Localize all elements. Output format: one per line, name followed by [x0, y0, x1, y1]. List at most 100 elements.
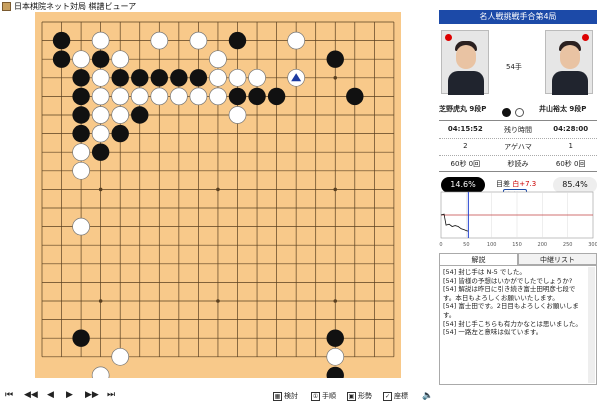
white-stone: [111, 87, 130, 106]
graph-tick-label: 0: [439, 242, 442, 248]
white-byoyomi: 60秒 0回: [555, 160, 586, 168]
black-stone: [326, 329, 344, 347]
divider: [439, 155, 597, 156]
forward-ten-button[interactable]: ▶▶: [85, 390, 99, 400]
next-move-button[interactable]: ▶: [66, 390, 73, 400]
face-shape: [456, 45, 476, 69]
go-board-canvas[interactable]: [35, 12, 401, 378]
game-stats: 04:15:52 残り時間 04:28:00 2 アゲハマ 1 60秒 0回 秒…: [439, 120, 597, 172]
white-stone: [91, 68, 110, 87]
star-point: [333, 187, 338, 192]
black-stone: [131, 69, 149, 87]
white-stone: [326, 347, 345, 366]
white-stone: [150, 87, 169, 106]
suit-shape: [552, 71, 588, 95]
tab-kaisetsu[interactable]: 解説: [439, 253, 518, 265]
divider: [439, 138, 597, 139]
white-stone: [72, 143, 90, 162]
keisei-button[interactable]: ▣ 形勢: [347, 391, 372, 401]
white-player-name: 井山裕太 9段P: [539, 105, 587, 113]
white-player-photo: [545, 30, 593, 95]
byoyomi-label: 秒読み: [507, 160, 529, 168]
black-stone: [72, 69, 90, 87]
black-stone: [170, 69, 188, 87]
white-stone: [130, 87, 149, 106]
prev-move-button[interactable]: ◀: [47, 390, 54, 400]
captures-row: 2 アゲハマ 1: [439, 142, 597, 152]
white-stone: [209, 50, 227, 69]
black-stone: [131, 106, 149, 124]
window-titlebar: 日本棋院ネット対局 棋譜ビューア: [0, 0, 430, 12]
graph-tick-label: 250: [563, 242, 573, 248]
sound-toggle-icon[interactable]: 🔈: [422, 391, 433, 401]
comment-line: [54] 皆様の予想はいかがでしたでしょうか?: [443, 276, 573, 285]
white-captures: 1: [568, 142, 573, 150]
black-stone: [52, 50, 71, 68]
go-board[interactable]: [35, 12, 401, 378]
black-captures: 2: [463, 142, 468, 150]
star-point: [333, 299, 338, 303]
last-move-button[interactable]: ⏭: [107, 390, 115, 400]
black-stone: [267, 87, 286, 106]
star-point: [98, 299, 103, 303]
star-point: [333, 76, 338, 80]
black-stone: [228, 87, 247, 106]
white-stone: [111, 50, 130, 69]
black-stone: [91, 50, 110, 68]
black-stone: [72, 329, 90, 347]
kentou-icon: ▦: [273, 391, 282, 401]
white-time: 04:28:00: [553, 125, 589, 133]
white-stone: [228, 68, 247, 87]
keisei-icon: ▣: [347, 391, 356, 401]
black-stone: [111, 69, 129, 87]
comment-line: [54] 富士田です。2日目もよろしくお願いします。: [443, 302, 579, 319]
white-stone: [72, 161, 90, 180]
graph-tick-label: 50: [463, 242, 469, 248]
graph-tick-label: 300: [588, 242, 597, 248]
black-stone: [52, 31, 71, 50]
graph-tick-label: 100: [487, 242, 497, 248]
commentary-scrollbar[interactable]: [588, 267, 595, 383]
comment-line: [54] 封じ手こちらも有力かなとは思いました。: [443, 319, 582, 328]
black-stone: [150, 69, 168, 87]
comment-line: [54] 封じ手は N-5 でした。: [443, 268, 526, 276]
white-stone: [248, 68, 266, 87]
black-stone: [228, 31, 247, 50]
graph-tick-label: 200: [538, 242, 548, 248]
comment-line: [54] 解説は昨日に引き続き富士田明彦七段です。本日もよろしくお願いいたします…: [443, 285, 576, 302]
commentary-box[interactable]: [54] 封じ手は N-5 でした。 [54] 皆様の予想はいかがでしたでしょう…: [439, 265, 597, 385]
diff-value: 白+7.3: [512, 180, 537, 188]
suit-shape: [448, 71, 484, 95]
star-point: [98, 187, 103, 192]
white-stone: [228, 106, 247, 124]
black-stone: [326, 50, 344, 68]
white-stone: [111, 106, 130, 124]
white-stone: [209, 68, 227, 87]
black-stone: [346, 87, 364, 106]
flag-icon: [445, 34, 452, 41]
info-panel: 名人戦挑戦手合第4局 54手 芝野虎丸 9段P 井山裕太 9段P 04:15:5…: [439, 10, 597, 203]
star-point: [216, 299, 220, 303]
black-player-photo: [441, 30, 489, 95]
white-stone: [150, 31, 169, 50]
window-title: 日本棋院ネット対局 棋譜ビューア: [14, 1, 137, 11]
kentou-button[interactable]: ▦ 検討: [273, 391, 298, 401]
time-label: 残り時間: [504, 126, 532, 134]
black-stone: [111, 124, 129, 143]
black-stone: [72, 87, 90, 106]
face-shape: [560, 45, 580, 69]
back-ten-button[interactable]: ◀◀: [24, 390, 38, 400]
time-row: 04:15:52 残り時間 04:28:00: [439, 125, 597, 135]
first-move-button[interactable]: ⏮: [5, 390, 13, 400]
playback-controls: ⏮ ◀◀ ◀ ▶ ▶▶ ⏭ ▦ 検討 ① 手順 ▣ 形勢 ✓ 座標 🔈: [0, 388, 600, 408]
tab-chuukei[interactable]: 中継リスト: [518, 253, 597, 265]
win-rate-graph[interactable]: 0 50 100 150 200 250 300: [439, 188, 597, 248]
white-stone: [91, 87, 110, 106]
byoyomi-row: 60秒 0回 秒読み 60秒 0回: [439, 159, 597, 169]
flag-icon: [582, 34, 589, 41]
zahyou-button[interactable]: ✓ 座標: [383, 391, 408, 401]
zahyou-icon: ✓: [383, 391, 392, 401]
diff-label: 目差: [496, 180, 510, 188]
tejun-button[interactable]: ① 手順: [311, 391, 336, 401]
app-icon: [2, 1, 11, 11]
